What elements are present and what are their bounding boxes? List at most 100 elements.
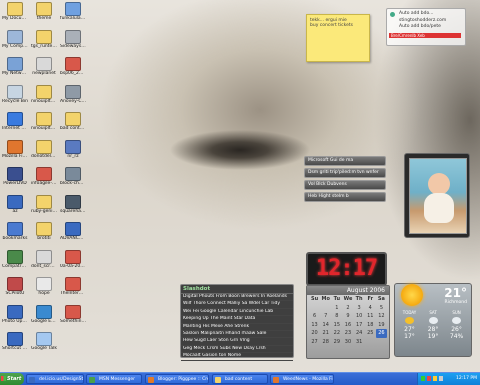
calendar-day[interactable]: 16 [342,321,353,330]
taskbar-button[interactable]: WeedNews - Mozilla Fire... [270,374,334,384]
news-item[interactable]: Microsoft Gui de ma [304,156,386,166]
feed-item[interactable]: stingtoshodderz.com [399,18,446,23]
desktop-icon[interactable]: dont_scrape... [31,249,57,269]
desktop-icon[interactable]: My Computer [2,29,28,49]
desktop-icon[interactable]: newplanet [31,57,57,76]
slashdot-headline[interactable]: Geg Meck Crsm Subs New Dsay Lrsh [181,346,293,354]
slashdot-headline[interactable]: Digital Phouts From Boon Brewers In Roel… [181,294,293,302]
desktop-icon[interactable]: Anovey-C5... [60,84,86,104]
calendar-day[interactable]: 27 [309,338,320,347]
calendar-day[interactable]: 8 [331,312,342,321]
calendar-day[interactable]: 5 [376,304,387,313]
calendar-day[interactable]: 2 [342,304,353,313]
news-item[interactable]: Vol Blck Dubvens [304,180,386,190]
sticky-note[interactable]: tekk... ergui mie buy concert tickets [306,14,370,62]
calendar-day[interactable]: 23 [342,329,353,338]
desktop-icon[interactable]: brotiti [31,222,57,241]
slashdot-headline[interactable]: Mocaalt Gasion ton Nome [181,353,293,361]
slashdot-headline[interactable]: Keeping Up The Maint Star Data [181,316,293,324]
desktop-icon[interactable]: Compatruns... [2,249,28,269]
feed-headlines-gadget[interactable]: Auto add bdo... stingtoshodderz.com Auto… [386,8,466,46]
desktop-icon[interactable]: tgs_runtes... [31,29,57,49]
desktop-icon[interactable]: Google Earth [31,304,57,324]
calendar-day[interactable]: 17 [354,321,365,330]
desktop-icon[interactable]: Internet Explorer [2,112,28,131]
calendar-day[interactable]: 4 [365,304,376,313]
weather-gadget[interactable]: 21° Richmond TODAY 27° 17° SAT 28° 19° SUN 26° 7… [394,283,472,357]
desktop-icon[interactable]: bad content [60,112,86,131]
calendar-day[interactable]: 30 [342,338,353,347]
desktop-icon[interactable]: ruby-genist... [31,194,57,214]
desktop-icon[interactable]: bsp06_20... [60,57,86,76]
desktop-icon[interactable]: ninouiplts=... [31,84,57,104]
tray-icon[interactable] [433,376,437,381]
desktop-icon[interactable]: Recycle Bin [2,84,28,104]
desktop-icon[interactable]: Sideways.D... [60,29,86,49]
calendar-day[interactable]: 22 [331,329,342,338]
desktop-icon[interactable]: Google Talk [31,332,57,351]
calendar-day[interactable]: 21 [320,329,331,338]
calendar-day[interactable]: 14 [320,321,331,330]
calendar-day[interactable]: 25 [365,329,376,338]
calendar-day[interactable]: 31 [354,338,365,347]
tray-clock[interactable]: 12:17 PM [456,373,477,385]
taskbar-button[interactable]: del.icio.us/DesignStampC... [26,374,84,384]
desktop-icon[interactable]: ninouiplts=... [31,112,57,131]
calendar-day[interactable]: 12 [376,312,387,321]
calendar-day[interactable]: 18 [365,321,376,330]
calendar-day[interactable]: 3 [354,304,365,313]
desktop-icon[interactable]: donotdelp... [31,139,57,159]
desktop-icon[interactable]: az [2,194,28,214]
desktop-icon[interactable]: Mozilla Firefox [2,139,28,159]
calendar-day[interactable]: 9 [342,312,353,321]
calendar-day[interactable]: 10 [354,312,365,321]
tray-icon[interactable] [439,376,443,381]
desktop-icon[interactable]: infoagile-1... [31,167,57,186]
news-item[interactable]: Heb Hight stelm b [304,192,386,202]
desktop-icon[interactable]: Shortcut to processing [2,332,28,351]
calendar-day[interactable]: 24 [354,329,365,338]
news-item[interactable]: Dsm griti trip'piled:m tvn wnfer [304,168,386,178]
taskbar-button[interactable]: bad content [212,374,268,384]
tray-icon[interactable] [421,376,425,381]
slashdot-gadget[interactable]: Slashdot Digital Phouts From Boon Brewer… [180,284,294,361]
slashdot-headline[interactable]: Wilf Thore Connect Malliy Sa Wdel Car Ti… [181,301,293,309]
slashdot-headline[interactable]: Sasloin Malipnaitn Hhand rhaaw Sale [181,331,293,339]
desktop-icon[interactable]: nr_rz [60,139,86,159]
feed-item[interactable]: Auto add bdo/pete [399,24,441,29]
slashdot-headline[interactable]: Wei Fei Google Calendar Lincunchie Lab [181,309,293,317]
calendar-day[interactable]: 6 [309,312,320,321]
feed-highlight-bar[interactable]: Bre/Cmrenlb Xeb [389,33,461,38]
desktop-icon[interactable]: funkalulator [60,2,86,21]
taskbar-button[interactable]: MSN Messenger [86,374,142,384]
desktop-icon[interactable]: hope [31,277,57,296]
calendar-day[interactable]: 15 [331,321,342,330]
desktop-icon[interactable]: Thelnternet... [60,277,86,296]
calendar-gadget[interactable]: August 2006 Su Mo Tu We Th Fr Sa 1 2 3 4 5 6 7 8 9 10 11… [306,285,390,359]
desktop-icon[interactable]: SCPilotU [2,277,28,296]
desktop-icon[interactable]: bookmarks [2,222,28,241]
desktop-icon[interactable]: PowerDVD [2,167,28,186]
desktop-icon[interactable]: 0a-0a-2006... [60,249,86,269]
desktop-icon[interactable]: Photo Upload [2,304,28,324]
desktop-icon[interactable]: My Network Places [2,57,28,76]
calendar-day[interactable]: 28 [320,338,331,347]
slideshow-gadget[interactable] [404,153,470,238]
desktop-icon[interactable]: ADVANCED... [60,222,86,241]
calendar-day[interactable]: 29 [331,338,342,347]
taskbar-button[interactable]: Blogger: Piggpee :: Cre... [145,374,209,384]
calendar-day[interactable]: 11 [365,312,376,321]
calendar-day[interactable]: 1 [331,304,342,313]
calendar-day[interactable]: 7 [320,312,331,321]
desktop-icon[interactable]: squarehalf... [60,194,86,214]
desktop-icon[interactable]: block-ched... [60,167,86,186]
slashdot-headline[interactable]: Hew Sugd Laer Ston Grn Vlng [181,338,293,346]
calendar-day[interactable]: 20 [309,329,320,338]
tray-icon[interactable] [427,376,431,381]
calendar-day[interactable]: 19 [376,321,387,330]
calendar-day[interactable]: 13 [309,321,320,330]
slashdot-headline[interactable]: Manting His Mexe Ahe Strenk [181,324,293,332]
desktop-icon[interactable]: My Documents [2,2,28,21]
calendar-day[interactable]: 26 [375,329,387,338]
start-button[interactable]: Start [0,373,24,385]
